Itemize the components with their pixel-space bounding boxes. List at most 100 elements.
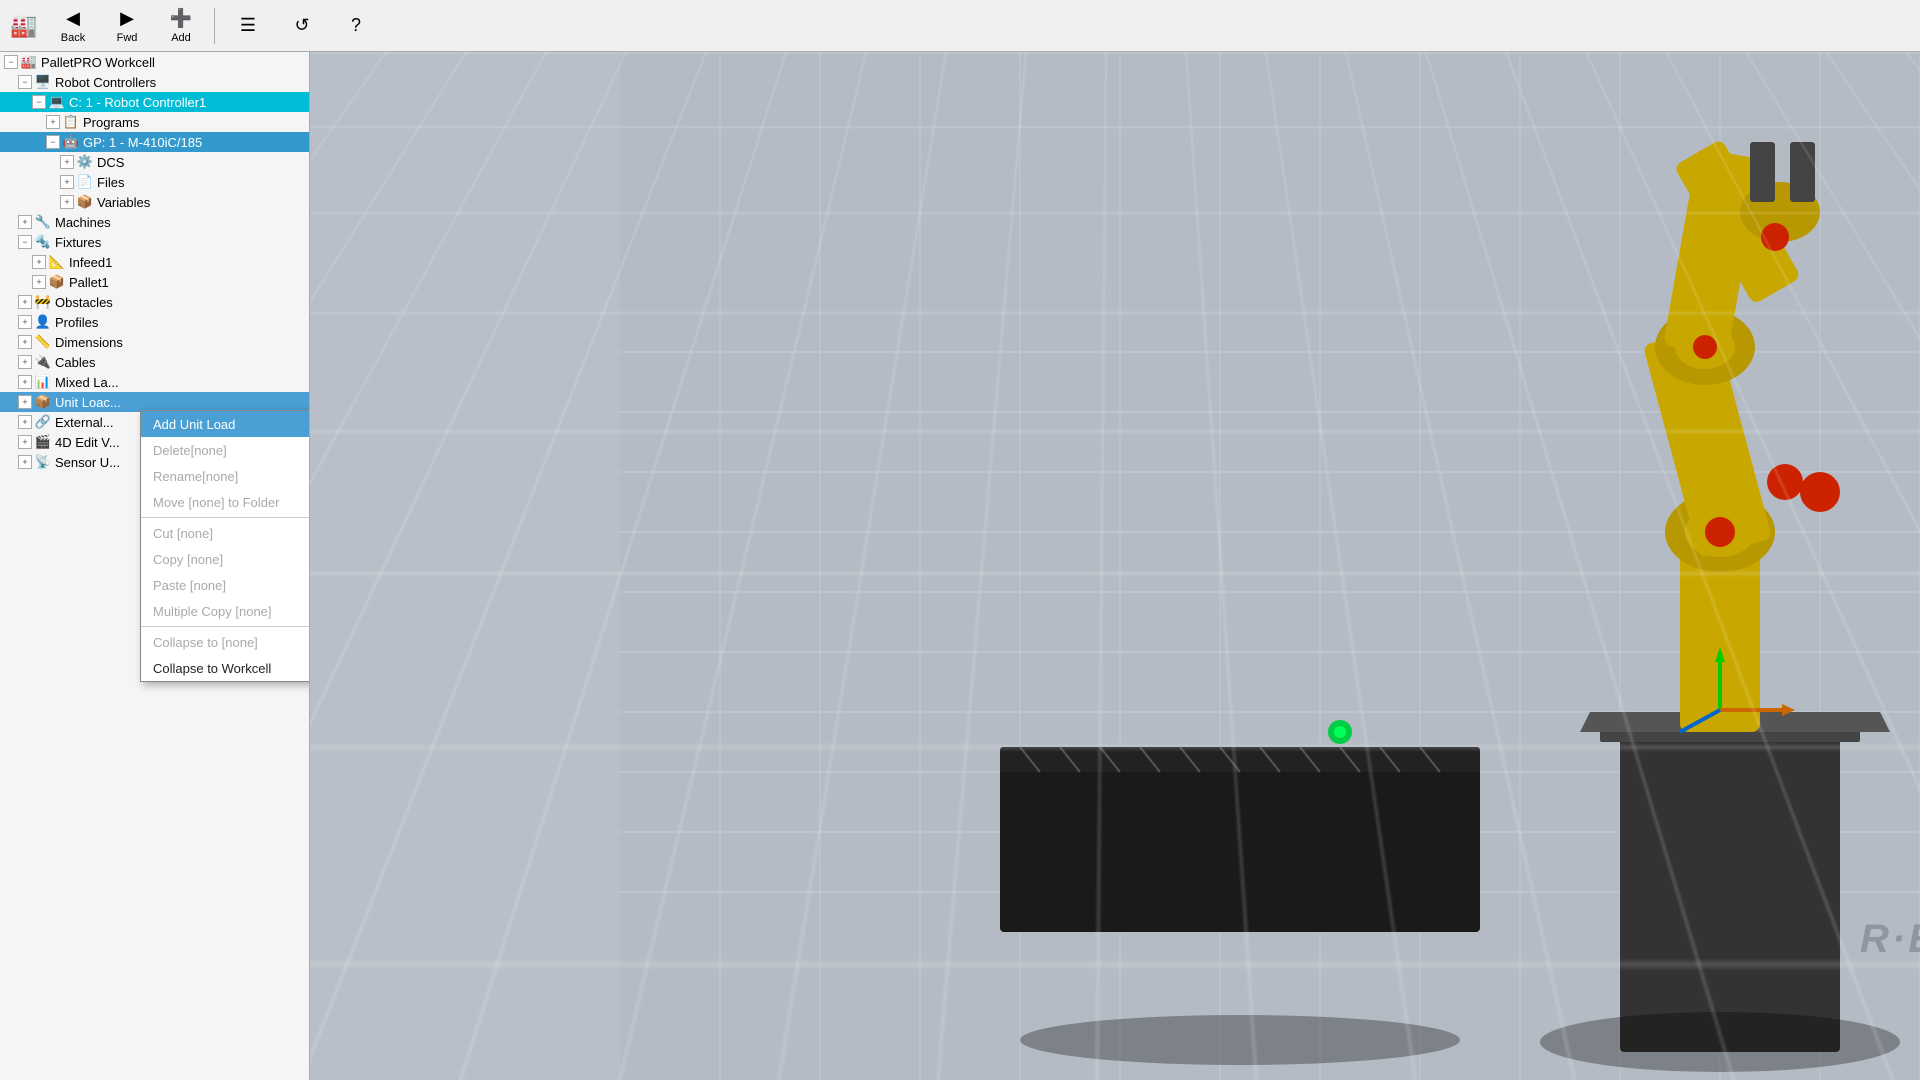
tree-item-machines[interactable]: +🔧Machines — [0, 212, 309, 232]
tree-item-infeed1[interactable]: +📐Infeed1 — [0, 252, 309, 272]
expand-btn-pallet1[interactable]: + — [32, 275, 46, 289]
tree-label-obstacles: Obstacles — [55, 295, 113, 310]
expand-btn-unit-load[interactable]: + — [18, 395, 32, 409]
workcell-icon: 🏭 — [20, 53, 38, 71]
expand-btn-gp1[interactable]: − — [46, 135, 60, 149]
fixtures-icon: 🔩 — [34, 233, 52, 251]
fwd-button[interactable]: ▶ Fwd — [102, 4, 152, 48]
expand-btn-variables[interactable]: + — [60, 195, 74, 209]
expand-btn-c1-controller[interactable]: − — [32, 95, 46, 109]
expand-btn-dimensions[interactable]: + — [18, 335, 32, 349]
tree-item-cables[interactable]: +🔌Cables — [0, 352, 309, 372]
tree-item-dimensions[interactable]: +📏Dimensions — [0, 332, 309, 352]
tree-label-robot-controllers: Robot Controllers — [55, 75, 156, 90]
tree-label-profiles: Profiles — [55, 315, 98, 330]
tree-item-files[interactable]: +📄Files — [0, 172, 309, 192]
main-area: −🏭PalletPRO Workcell−🖥️Robot Controllers… — [0, 52, 1920, 1080]
back-button[interactable]: ◀ Back — [48, 4, 98, 48]
cables-icon: 🔌 — [34, 353, 52, 371]
tree-item-workcell[interactable]: −🏭PalletPRO Workcell — [0, 52, 309, 72]
tree-item-gp1[interactable]: −🤖GP: 1 - M-410iC/185 — [0, 132, 309, 152]
context-menu: Add Unit LoadDelete[none]Rename[none]Mov… — [140, 410, 310, 682]
menu-item-add-unit-load[interactable]: Add Unit Load — [141, 411, 310, 437]
tree-label-c1-controller: C: 1 - Robot Controller1 — [69, 95, 206, 110]
menu-item-multiple-copy: Multiple Copy [none] — [141, 598, 310, 624]
controllers-icon: 🖥️ — [34, 73, 52, 91]
files-icon: 📄 — [76, 173, 94, 191]
expand-btn-dcs[interactable]: + — [60, 155, 74, 169]
list-button[interactable]: ☰ — [223, 4, 273, 48]
menu-item-copy: Copy [none] — [141, 546, 310, 572]
tree-item-c1-controller[interactable]: −💻C: 1 - Robot Controller1 — [0, 92, 309, 112]
expand-btn-workcell[interactable]: − — [4, 55, 18, 69]
expand-btn-sensor-u[interactable]: + — [18, 455, 32, 469]
expand-btn-programs[interactable]: + — [46, 115, 60, 129]
menu-separator — [141, 517, 310, 518]
tree-item-dcs[interactable]: +⚙️DCS — [0, 152, 309, 172]
expand-btn-obstacles[interactable]: + — [18, 295, 32, 309]
fwd-label: Fwd — [117, 32, 138, 44]
separator-1 — [214, 8, 215, 44]
tree-label-dimensions: Dimensions — [55, 335, 123, 350]
tree-item-fixtures[interactable]: −🔩Fixtures — [0, 232, 309, 252]
expand-btn-robot-controllers[interactable]: − — [18, 75, 32, 89]
tree-label-external: External... — [55, 415, 114, 430]
variables-icon: 📦 — [76, 193, 94, 211]
fixture-icon: 📐 — [48, 253, 66, 271]
robot-scene: R·EARS — [310, 52, 1920, 1080]
add-button[interactable]: ➕ Add — [156, 4, 206, 48]
tree-label-machines: Machines — [55, 215, 111, 230]
help-icon: ? — [345, 15, 367, 37]
pallet-icon: 📦 — [48, 273, 66, 291]
tree-label-unit-load: Unit Loac... — [55, 395, 121, 410]
tree-label-pallet1: Pallet1 — [69, 275, 109, 290]
refresh-button[interactable]: ↺ — [277, 4, 327, 48]
tree-label-mixed-la: Mixed La... — [55, 375, 119, 390]
app-icon: 🏭 — [8, 10, 40, 42]
viewport: R·EARS — [310, 52, 1920, 1080]
add-label: Add — [171, 32, 191, 44]
refresh-icon: ↺ — [291, 15, 313, 37]
expand-btn-files[interactable]: + — [60, 175, 74, 189]
expand-btn-cables[interactable]: + — [18, 355, 32, 369]
expand-btn-machines[interactable]: + — [18, 215, 32, 229]
menu-item-move-to-folder: Move [none] to Folder — [141, 489, 310, 515]
tree-label-variables: Variables — [97, 195, 150, 210]
menu-separator — [141, 626, 310, 627]
tree-item-unit-load[interactable]: +📦Unit Loac... — [0, 392, 309, 412]
expand-btn-profiles[interactable]: + — [18, 315, 32, 329]
menu-item-rename: Rename[none] — [141, 463, 310, 489]
tree-label-gp1: GP: 1 - M-410iC/185 — [83, 135, 202, 150]
expand-btn-fixtures[interactable]: − — [18, 235, 32, 249]
external-icon: 🔗 — [34, 413, 52, 431]
tree-label-fixtures: Fixtures — [55, 235, 101, 250]
tree-item-robot-controllers[interactable]: −🖥️Robot Controllers — [0, 72, 309, 92]
tree-label-workcell: PalletPRO Workcell — [41, 55, 155, 70]
tree-label-dcs: DCS — [97, 155, 124, 170]
dcs-icon: ⚙️ — [76, 153, 94, 171]
tree-item-programs[interactable]: +📋Programs — [0, 112, 309, 132]
expand-btn-external[interactable]: + — [18, 415, 32, 429]
menu-item-collapse-to-workcell[interactable]: Collapse to Workcell — [141, 655, 310, 681]
robot-icon: 🤖 — [62, 133, 80, 151]
menu-item-paste: Paste [none] — [141, 572, 310, 598]
tree-container: −🏭PalletPRO Workcell−🖥️Robot Controllers… — [0, 52, 309, 472]
expand-btn-mixed-la[interactable]: + — [18, 375, 32, 389]
tree-item-variables[interactable]: +📦Variables — [0, 192, 309, 212]
tree-label-infeed1: Infeed1 — [69, 255, 112, 270]
4dedit-icon: 🎬 — [34, 433, 52, 451]
help-button[interactable]: ? — [331, 4, 381, 48]
left-panel[interactable]: −🏭PalletPRO Workcell−🖥️Robot Controllers… — [0, 52, 310, 1080]
tree-item-profiles[interactable]: +👤Profiles — [0, 312, 309, 332]
programs-icon: 📋 — [62, 113, 80, 131]
expand-btn-4d-edit[interactable]: + — [18, 435, 32, 449]
menu-item-collapse-to-none: Collapse to [none] — [141, 629, 310, 655]
sensor-icon: 📡 — [34, 453, 52, 471]
mixed-icon: 📊 — [34, 373, 52, 391]
dimensions-icon: 📏 — [34, 333, 52, 351]
expand-btn-infeed1[interactable]: + — [32, 255, 46, 269]
tree-item-mixed-la[interactable]: +📊Mixed La... — [0, 372, 309, 392]
controller-icon: 💻 — [48, 93, 66, 111]
tree-item-pallet1[interactable]: +📦Pallet1 — [0, 272, 309, 292]
tree-item-obstacles[interactable]: +🚧Obstacles — [0, 292, 309, 312]
